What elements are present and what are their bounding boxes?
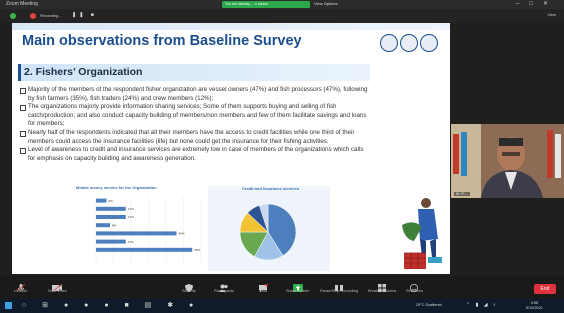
record-icon [334,279,344,291]
bar [96,239,126,244]
chat-label: Chat [258,289,268,293]
reactions-label: Reactions [406,289,423,293]
fisher-photo [392,191,448,273]
bar-value-label: 6% [109,199,114,203]
share-screen-icon [292,279,303,292]
windows-start-icon[interactable] [5,302,12,309]
breakout-rooms-button[interactable]: Breakout Rooms [368,279,396,293]
participant-video-frame [451,124,564,198]
breakout-rooms-label: Breakout Rooms [368,289,397,293]
security-button[interactable]: Security [182,279,196,293]
start-video-label: Start Video [48,289,67,293]
system-tray-icons[interactable]: ⌃ ▮ ◢ ♪ [466,302,497,308]
shield-icon[interactable] [10,13,16,19]
record-dot-icon [30,13,36,19]
bar-value-label: 55% [194,248,200,252]
bar-value-label: 46% [179,232,185,236]
reactions-button[interactable]: Reactions [406,279,423,293]
taskbar-clock[interactable]: 0:58 9/19/2021 [526,301,543,311]
share-screen-button[interactable]: Share Screen [286,279,309,293]
clock-date: 9/19/2021 [526,306,543,310]
pie-chart-title: Credit and Insurance services [242,186,299,191]
bar-chart-svg: 6% 17% 17% 8% 46% 17% 55% [95,197,202,263]
bullet-item: Nearly half of the respondents indicated… [20,129,372,146]
view-options-button[interactable]: View Options [314,1,338,6]
chat-button[interactable]: Chat [258,279,268,293]
window-title: Zoom Meeting [6,1,38,7]
slide-title: Main observations from Baseline Survey [22,33,302,49]
recording-control-label: Pause/Stop Recording [320,289,358,293]
meeting-toolbar: Unmute Start Video Security Participants… [0,276,564,299]
bullet-item: Majority of the members of the responden… [20,86,372,103]
bar-chart: Mobile money service for the Organizatio… [24,185,211,271]
bar [96,215,126,219]
logo-1-icon [380,34,398,52]
window-controls[interactable]: –□✕ [516,0,558,7]
organization-logos [380,34,442,58]
pie-chart-svg [239,203,297,261]
slide-subtitle: 2. Fishers’ Organization [24,66,143,78]
bar [96,231,177,236]
bar-value-label: 17% [128,215,134,219]
bullet-item: Level of awareness to credit and insuran… [20,146,372,163]
security-label: Security [182,289,196,293]
bar [96,223,110,228]
pie-chart: Credit and Insurance services [208,186,330,271]
slide-top-strip [12,23,450,30]
end-meeting-button[interactable]: End [534,284,556,294]
bar [96,198,107,203]
bar-chart-title: Mobile money service for the Organizatio… [76,185,157,190]
screen-share-banner: You are viewing ....'s screen [222,1,310,8]
taskbar-pinned-apps[interactable]: ○ ⊞ ● ● ● ■ ▤ ✱ ● [22,301,200,309]
people-icon [218,279,229,292]
unmute-button[interactable]: Unmute [14,279,27,293]
bar [96,247,193,252]
meeting-status-bar: Recording... ❚❚ ■ View [0,9,564,23]
recording-label: Recording... [40,13,62,18]
view-button[interactable]: View [547,12,556,17]
windows-taskbar: ○ ⊞ ● ● ● ■ ▤ ✱ ● 29°C Scattered ⌃ ▮ ◢ ♪… [0,299,564,313]
pause-stop-icons[interactable]: ❚❚ ■ [72,12,97,18]
weather-widget[interactable]: 29°C Scattered [416,303,442,307]
logo-2-icon [400,34,418,52]
shared-slide: Main observations from Baseline Survey 2… [12,23,450,274]
grid-icon [377,279,387,292]
microphone-icon [16,279,26,292]
unmute-label: Unmute [14,289,28,293]
start-video-button[interactable]: Start Video [48,279,67,293]
logo-3-icon [420,34,438,52]
bar-value-label: 17% [128,207,134,211]
participant-video[interactable]: Dr. P..... [451,124,564,198]
bar-value-label: 17% [128,240,134,244]
window-titlebar: Zoom Meeting You are viewing ....'s scre… [0,0,564,9]
participants-label: Participants [214,289,234,293]
bar [96,206,126,211]
bar-value-label: 8% [112,223,117,227]
participants-button[interactable]: Participants [214,279,234,293]
shield-icon [184,279,194,292]
share-screen-label: Share Screen [286,289,310,293]
pause-stop-recording-button[interactable]: Pause/Stop Recording [320,279,358,293]
smile-icon [409,279,419,292]
participant-name: Dr. P..... [454,192,471,196]
bullet-list: Majority of the members of the responden… [20,86,372,163]
camera-icon [52,279,63,293]
chat-icon [258,279,268,292]
bullet-item: The organizations majorly provide inform… [20,103,372,129]
